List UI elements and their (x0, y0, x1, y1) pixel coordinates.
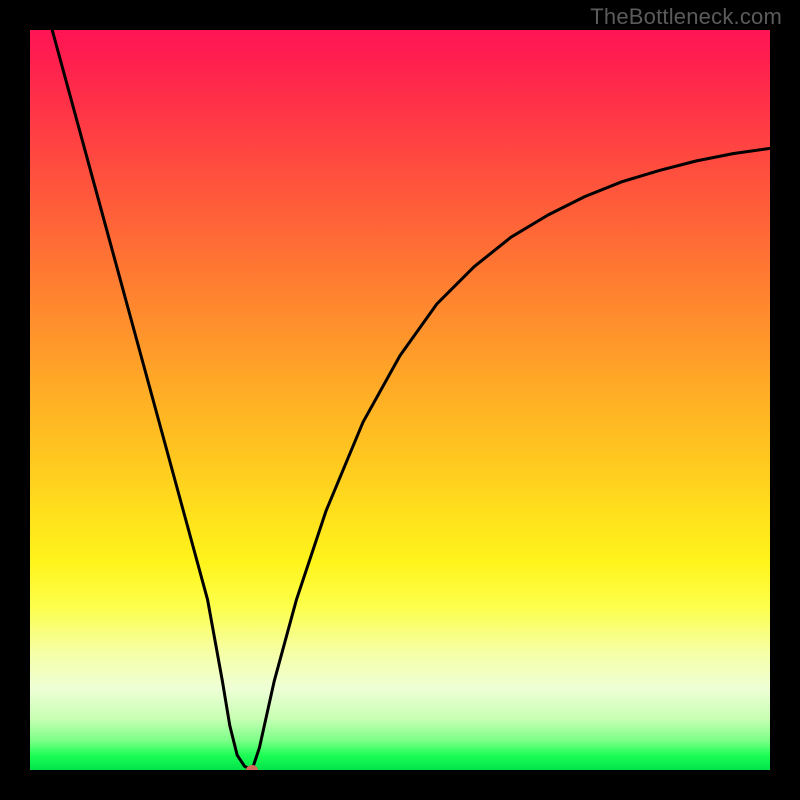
plot-area (30, 30, 770, 770)
minimum-marker (246, 765, 258, 770)
curve-layer (30, 30, 770, 770)
bottleneck-curve-path (52, 30, 770, 770)
watermark-text: TheBottleneck.com (590, 4, 782, 30)
chart-frame: TheBottleneck.com (0, 0, 800, 800)
